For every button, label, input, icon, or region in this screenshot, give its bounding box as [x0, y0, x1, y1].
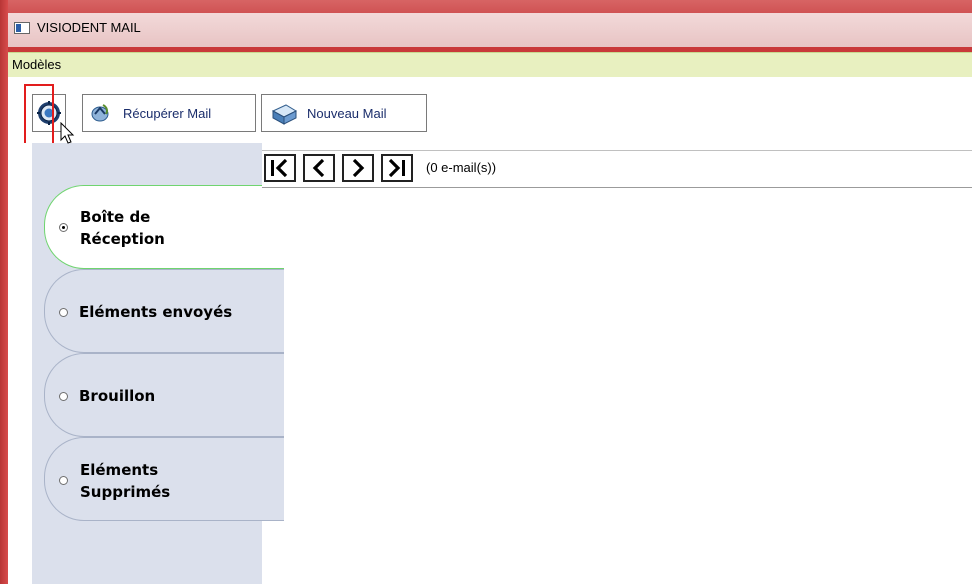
recuperer-mail-label: Récupérer Mail — [123, 106, 212, 121]
radio-sent[interactable] — [59, 308, 68, 317]
radio-inbox[interactable] — [59, 223, 68, 232]
nouveau-mail-label: Nouveau Mail — [307, 106, 387, 121]
folder-drafts-label: Brouillon — [79, 387, 156, 405]
folder-inbox-label-2: Réception — [80, 230, 165, 248]
email-count: (0 e-mail(s)) — [426, 160, 497, 175]
recuperer-mail-button[interactable]: Récupérer Mail — [82, 94, 256, 132]
folder-deleted-label-2: Supprimés — [80, 483, 171, 501]
radio-deleted[interactable] — [59, 476, 68, 485]
folder-inbox[interactable]: Boîte de Réception — [44, 185, 284, 269]
mouse-cursor-icon — [60, 121, 76, 151]
highlight-box — [24, 84, 54, 145]
folder-deleted[interactable]: Eléments Supprimés — [44, 437, 284, 521]
first-page-button[interactable] — [264, 154, 296, 182]
window-frame-left — [0, 0, 8, 584]
last-page-button[interactable] — [381, 154, 413, 182]
folder-sent[interactable]: Eléments envoyés — [44, 269, 284, 353]
previous-page-button[interactable] — [303, 154, 335, 182]
title-bar-inner — [8, 13, 972, 47]
app-icon — [14, 22, 30, 34]
folder-drafts[interactable]: Brouillon — [44, 353, 284, 437]
folder-sent-label: Eléments envoyés — [79, 303, 233, 321]
radio-drafts[interactable] — [59, 392, 68, 401]
menu-bar: Modèles — [8, 52, 972, 78]
folder-deleted-label-1: Eléments — [80, 461, 159, 479]
next-page-button[interactable] — [342, 154, 374, 182]
nouveau-mail-button[interactable]: Nouveau Mail — [261, 94, 427, 132]
folder-inbox-label-1: Boîte de — [80, 208, 151, 226]
window-title: VISIODENT MAIL — [37, 20, 141, 35]
menu-item-modeles[interactable]: Modèles — [12, 57, 61, 72]
